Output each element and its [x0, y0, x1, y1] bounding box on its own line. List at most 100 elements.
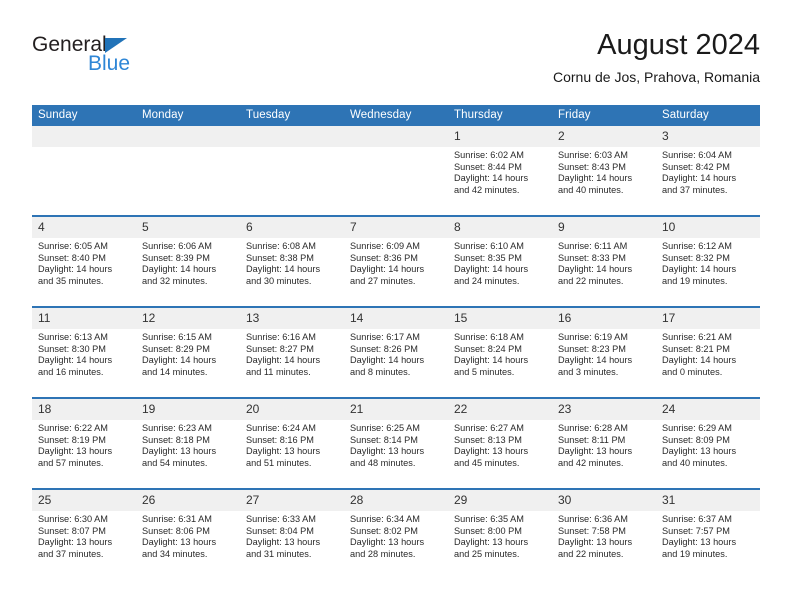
day-cell[interactable]: Sunrise: 6:13 AM Sunset: 8:30 PM Dayligh…	[32, 329, 136, 398]
date-number[interactable]: 20	[240, 397, 344, 420]
day-cell[interactable]: Sunrise: 6:27 AM Sunset: 8:13 PM Dayligh…	[448, 420, 552, 489]
date-number[interactable]: 19	[136, 397, 240, 420]
date-number[interactable]: 26	[136, 488, 240, 511]
day-cell[interactable]: Sunrise: 6:36 AM Sunset: 7:58 PM Dayligh…	[552, 511, 656, 579]
day-cell[interactable]: Sunrise: 6:33 AM Sunset: 8:04 PM Dayligh…	[240, 511, 344, 579]
sunrise-text: Sunrise: 6:12 AM	[662, 241, 732, 251]
daylight-text-line2: and 30 minutes.	[246, 276, 312, 287]
sunset-text: Sunset: 8:29 PM	[142, 343, 210, 354]
day-cell[interactable]: Sunrise: 6:17 AM Sunset: 8:26 PM Dayligh…	[344, 329, 448, 398]
day-cell[interactable]: Sunrise: 6:06 AM Sunset: 8:39 PM Dayligh…	[136, 238, 240, 307]
sunrise-text: Sunrise: 6:13 AM	[38, 332, 108, 342]
general-blue-logo[interactable]: General Blue	[32, 34, 172, 84]
day-cell[interactable]: Sunrise: 6:23 AM Sunset: 8:18 PM Dayligh…	[136, 420, 240, 489]
date-number[interactable]	[344, 126, 448, 147]
date-number[interactable]	[136, 126, 240, 147]
date-number[interactable]: 5	[136, 215, 240, 238]
sunrise-text: Sunrise: 6:35 AM	[454, 514, 524, 524]
day-cell[interactable]: Sunrise: 6:11 AM Sunset: 8:33 PM Dayligh…	[552, 238, 656, 307]
daylight-text-line1: Daylight: 13 hours	[38, 537, 113, 548]
date-number[interactable]: 7	[344, 215, 448, 238]
day-cell[interactable]: Sunrise: 6:09 AM Sunset: 8:36 PM Dayligh…	[344, 238, 448, 307]
day-cell[interactable]: Sunrise: 6:18 AM Sunset: 8:24 PM Dayligh…	[448, 329, 552, 398]
date-number[interactable]: 30	[552, 488, 656, 511]
day-cell[interactable]: Sunrise: 6:16 AM Sunset: 8:27 PM Dayligh…	[240, 329, 344, 398]
day-cell[interactable]: Sunrise: 6:31 AM Sunset: 8:06 PM Dayligh…	[136, 511, 240, 579]
weekday-header-friday: Friday	[552, 105, 656, 126]
sunrise-text: Sunrise: 6:19 AM	[558, 332, 628, 342]
daylight-text-line2: and 54 minutes.	[142, 458, 208, 469]
day-cell[interactable]: Sunrise: 6:02 AM Sunset: 8:44 PM Dayligh…	[448, 147, 552, 216]
day-cell[interactable]: Sunrise: 6:28 AM Sunset: 8:11 PM Dayligh…	[552, 420, 656, 489]
sunset-text: Sunset: 8:39 PM	[142, 252, 210, 263]
date-number[interactable]: 4	[32, 215, 136, 238]
week-3-info-row: Sunrise: 6:13 AM Sunset: 8:30 PM Dayligh…	[32, 329, 760, 398]
day-cell[interactable]: Sunrise: 6:15 AM Sunset: 8:29 PM Dayligh…	[136, 329, 240, 398]
date-number[interactable]: 28	[344, 488, 448, 511]
date-number[interactable]	[240, 126, 344, 147]
daylight-text-line1: Daylight: 14 hours	[350, 264, 425, 275]
date-number[interactable]: 1	[448, 126, 552, 147]
date-number[interactable]: 2	[552, 126, 656, 147]
day-cell[interactable]: Sunrise: 6:37 AM Sunset: 7:57 PM Dayligh…	[656, 511, 760, 579]
date-number[interactable]: 3	[656, 126, 760, 147]
day-cell[interactable]: Sunrise: 6:03 AM Sunset: 8:43 PM Dayligh…	[552, 147, 656, 216]
day-cell[interactable]: Sunrise: 6:34 AM Sunset: 8:02 PM Dayligh…	[344, 511, 448, 579]
sunrise-text: Sunrise: 6:31 AM	[142, 514, 212, 524]
date-number[interactable]: 18	[32, 397, 136, 420]
day-cell[interactable]: Sunrise: 6:08 AM Sunset: 8:38 PM Dayligh…	[240, 238, 344, 307]
daylight-text-line1: Daylight: 13 hours	[350, 537, 425, 548]
date-number[interactable]: 16	[552, 306, 656, 329]
day-cell[interactable]: Sunrise: 6:22 AM Sunset: 8:19 PM Dayligh…	[32, 420, 136, 489]
date-number[interactable]: 6	[240, 215, 344, 238]
date-number[interactable]: 11	[32, 306, 136, 329]
date-number[interactable]: 22	[448, 397, 552, 420]
day-cell[interactable]: Sunrise: 6:30 AM Sunset: 8:07 PM Dayligh…	[32, 511, 136, 579]
daylight-text-line2: and 3 minutes.	[558, 367, 619, 378]
date-number[interactable]: 12	[136, 306, 240, 329]
daylight-text-line1: Daylight: 14 hours	[350, 355, 425, 366]
day-cell[interactable]: Sunrise: 6:29 AM Sunset: 8:09 PM Dayligh…	[656, 420, 760, 489]
date-number[interactable]: 25	[32, 488, 136, 511]
date-number[interactable]: 29	[448, 488, 552, 511]
sunrise-text: Sunrise: 6:08 AM	[246, 241, 316, 251]
day-cell[interactable]: Sunrise: 6:05 AM Sunset: 8:40 PM Dayligh…	[32, 238, 136, 307]
daylight-text-line1: Daylight: 13 hours	[142, 537, 217, 548]
date-number[interactable]: 27	[240, 488, 344, 511]
sunset-text: Sunset: 8:32 PM	[662, 252, 730, 263]
date-number[interactable]: 17	[656, 306, 760, 329]
date-number[interactable]: 21	[344, 397, 448, 420]
sunset-text: Sunset: 8:44 PM	[454, 161, 522, 172]
daylight-text-line2: and 40 minutes.	[558, 185, 624, 196]
sunset-text: Sunset: 8:38 PM	[246, 252, 314, 263]
daylight-text-line1: Daylight: 14 hours	[38, 264, 113, 275]
day-cell[interactable]: Sunrise: 6:04 AM Sunset: 8:42 PM Dayligh…	[656, 147, 760, 216]
day-cell[interactable]: Sunrise: 6:19 AM Sunset: 8:23 PM Dayligh…	[552, 329, 656, 398]
day-cell-empty	[136, 147, 240, 216]
date-number[interactable]: 14	[344, 306, 448, 329]
day-cell[interactable]: Sunrise: 6:35 AM Sunset: 8:00 PM Dayligh…	[448, 511, 552, 579]
daylight-text-line2: and 16 minutes.	[38, 367, 104, 378]
week-2-info-row: Sunrise: 6:05 AM Sunset: 8:40 PM Dayligh…	[32, 238, 760, 307]
date-number[interactable]: 31	[656, 488, 760, 511]
daylight-text-line1: Daylight: 14 hours	[142, 264, 217, 275]
date-number[interactable]: 24	[656, 397, 760, 420]
date-number[interactable]: 23	[552, 397, 656, 420]
day-cell[interactable]: Sunrise: 6:10 AM Sunset: 8:35 PM Dayligh…	[448, 238, 552, 307]
week-1-info-row: Sunrise: 6:02 AM Sunset: 8:44 PM Dayligh…	[32, 147, 760, 216]
day-cell[interactable]: Sunrise: 6:24 AM Sunset: 8:16 PM Dayligh…	[240, 420, 344, 489]
daylight-text-line1: Daylight: 13 hours	[454, 446, 529, 457]
date-number[interactable]: 10	[656, 215, 760, 238]
calendar-body: 1 2 3 Sunrise: 6:02 AM Sunset: 8:44 PM D…	[32, 126, 760, 579]
day-cell[interactable]: Sunrise: 6:25 AM Sunset: 8:14 PM Dayligh…	[344, 420, 448, 489]
day-cell[interactable]: Sunrise: 6:21 AM Sunset: 8:21 PM Dayligh…	[656, 329, 760, 398]
date-number[interactable]: 15	[448, 306, 552, 329]
sunset-text: Sunset: 8:21 PM	[662, 343, 730, 354]
daylight-text-line2: and 22 minutes.	[558, 276, 624, 287]
date-number[interactable]: 13	[240, 306, 344, 329]
date-number[interactable]: 9	[552, 215, 656, 238]
day-cell-empty	[240, 147, 344, 216]
date-number[interactable]: 8	[448, 215, 552, 238]
day-cell[interactable]: Sunrise: 6:12 AM Sunset: 8:32 PM Dayligh…	[656, 238, 760, 307]
date-number[interactable]	[32, 126, 136, 147]
